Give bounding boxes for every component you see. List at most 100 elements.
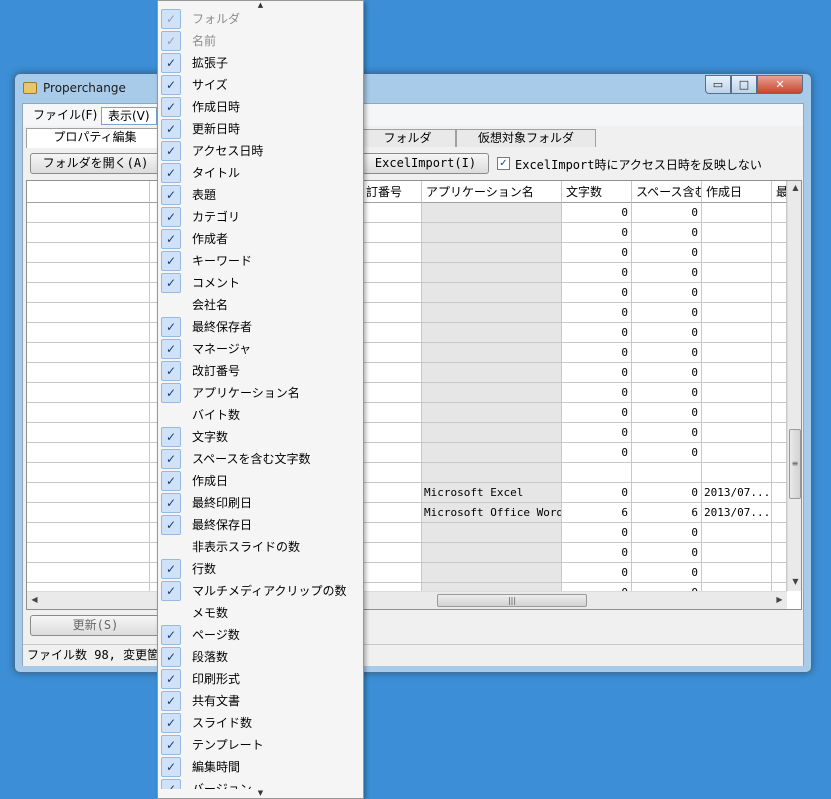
table-row[interactable]: Microsoft Excel 0 0 2013/07... <box>27 483 787 503</box>
table-row[interactable]: 00 <box>27 263 787 283</box>
table-cell[interactable] <box>702 363 772 383</box>
table-cell[interactable]: 0 <box>562 543 632 563</box>
column-menu-item[interactable]: ✓ マルチメディアクリップの数 <box>158 580 363 602</box>
column-menu-item[interactable]: ✓ キーワード <box>158 250 363 272</box>
table-cell[interactable] <box>422 443 562 463</box>
table-cell[interactable] <box>702 463 772 483</box>
table-cell[interactable] <box>422 363 562 383</box>
table-cell[interactable]: 0 <box>632 403 702 423</box>
column-header[interactable]: 訂番号 <box>362 181 422 203</box>
table-cell[interactable] <box>772 523 787 543</box>
column-menu-item[interactable]: ✓ 編集時間 <box>158 756 363 778</box>
table-cell[interactable]: 0 <box>562 223 632 243</box>
column-menu-item[interactable]: ✓ タイトル <box>158 162 363 184</box>
table-row[interactable]: 00 <box>27 223 787 243</box>
table-cell[interactable] <box>27 223 150 243</box>
column-menu-item[interactable]: メモ数 <box>158 602 363 624</box>
table-row[interactable]: 00 <box>27 303 787 323</box>
table-cell[interactable] <box>702 523 772 543</box>
column-menu-item[interactable]: ✓ 印刷形式 <box>158 668 363 690</box>
table-row[interactable]: 00 <box>27 383 787 403</box>
table-row[interactable]: 00 <box>27 543 787 563</box>
table-cell[interactable] <box>362 543 422 563</box>
table-cell[interactable] <box>27 463 150 483</box>
table-cell[interactable] <box>702 423 772 443</box>
column-menu-item[interactable]: ✓ 更新日時 <box>158 118 363 140</box>
table-cell[interactable] <box>362 383 422 403</box>
table-cell[interactable] <box>27 443 150 463</box>
table-cell[interactable] <box>362 203 422 223</box>
column-menu-item[interactable]: ✓ サイズ <box>158 74 363 96</box>
scroll-up-arrow-icon[interactable]: ▲ <box>788 183 801 192</box>
tab-property-edit[interactable]: プロパティ編集 <box>26 128 164 148</box>
table-cell[interactable] <box>772 423 787 443</box>
table-cell[interactable]: 0 <box>562 283 632 303</box>
column-menu-item[interactable]: ✓ スペースを含む文字数 <box>158 448 363 470</box>
table-cell[interactable] <box>702 403 772 423</box>
vertical-scroll-thumb[interactable]: ≡ <box>789 429 801 499</box>
table-cell[interactable] <box>362 243 422 263</box>
table-row[interactable] <box>27 463 787 483</box>
table-cell[interactable] <box>702 203 772 223</box>
table-cell[interactable]: 2013/07... <box>702 503 772 523</box>
open-folder-button[interactable]: フォルダを開く(A) <box>30 153 161 174</box>
column-header[interactable]: 文字数 <box>562 181 632 203</box>
scroll-right-arrow-icon[interactable]: ▶ <box>772 595 787 604</box>
table-cell[interactable] <box>702 283 772 303</box>
table-cell[interactable]: 0 <box>632 483 702 503</box>
table-cell[interactable] <box>362 343 422 363</box>
update-button[interactable]: 更新(S) <box>30 615 161 636</box>
table-cell[interactable] <box>362 223 422 243</box>
column-menu-item[interactable]: ✓ 最終保存者 <box>158 316 363 338</box>
column-menu-item[interactable]: ✓ コメント <box>158 272 363 294</box>
table-cell[interactable] <box>772 483 787 503</box>
table-cell[interactable] <box>362 283 422 303</box>
table-cell[interactable]: 0 <box>632 263 702 283</box>
table-cell[interactable] <box>422 563 562 583</box>
column-menu-item[interactable]: ✓ ページ数 <box>158 624 363 646</box>
table-cell[interactable] <box>27 343 150 363</box>
table-cell[interactable] <box>702 263 772 283</box>
column-header[interactable]: アプリケーション名 <box>422 181 562 203</box>
column-menu-item[interactable]: ✓ 文字数 <box>158 426 363 448</box>
scroll-left-arrow-icon[interactable]: ◀ <box>27 595 42 604</box>
column-menu-item[interactable]: 非表示スライドの数 <box>158 536 363 558</box>
table-cell[interactable]: 0 <box>632 343 702 363</box>
column-menu-item[interactable]: バイト数 <box>158 404 363 426</box>
table-cell[interactable] <box>772 543 787 563</box>
grid-vertical-scrollbar[interactable]: ▲ ≡ ▼ <box>787 181 801 591</box>
column-menu-item[interactable]: ✓ 拡張子 <box>158 52 363 74</box>
table-cell[interactable]: 0 <box>562 323 632 343</box>
table-row[interactable]: 00 <box>27 363 787 383</box>
maximize-button[interactable]: □ <box>731 75 757 94</box>
scroll-down-arrow-icon[interactable]: ▼ <box>788 577 801 586</box>
table-cell[interactable] <box>27 483 150 503</box>
table-row[interactable]: 00 <box>27 203 787 223</box>
table-cell[interactable] <box>362 403 422 423</box>
table-cell[interactable] <box>702 443 772 463</box>
column-menu-item[interactable]: ✓ アプリケーション名 <box>158 382 363 404</box>
column-header[interactable]: 作成日 <box>702 181 772 203</box>
table-cell[interactable] <box>772 323 787 343</box>
table-cell[interactable] <box>422 263 562 283</box>
table-row[interactable]: 00 <box>27 563 787 583</box>
table-cell[interactable] <box>27 263 150 283</box>
table-cell[interactable] <box>362 303 422 323</box>
table-cell[interactable] <box>772 243 787 263</box>
table-cell[interactable] <box>422 543 562 563</box>
table-cell[interactable] <box>362 483 422 503</box>
table-cell[interactable] <box>27 503 150 523</box>
table-cell[interactable] <box>772 443 787 463</box>
column-menu-item[interactable]: ✓ スライド数 <box>158 712 363 734</box>
table-cell[interactable] <box>772 343 787 363</box>
column-menu-item[interactable]: ✓ フォルダ <box>158 8 363 30</box>
table-cell[interactable] <box>362 363 422 383</box>
table-row[interactable]: 00 <box>27 523 787 543</box>
table-cell[interactable]: 0 <box>632 303 702 323</box>
table-cell[interactable]: 0 <box>562 483 632 503</box>
tab-virtual-folder[interactable]: 仮想対象フォルダ <box>456 129 596 147</box>
column-menu-item[interactable]: ✓ 作成日時 <box>158 96 363 118</box>
table-cell[interactable] <box>772 223 787 243</box>
table-cell[interactable]: 2013/07... <box>702 483 772 503</box>
table-cell[interactable]: 0 <box>562 403 632 423</box>
